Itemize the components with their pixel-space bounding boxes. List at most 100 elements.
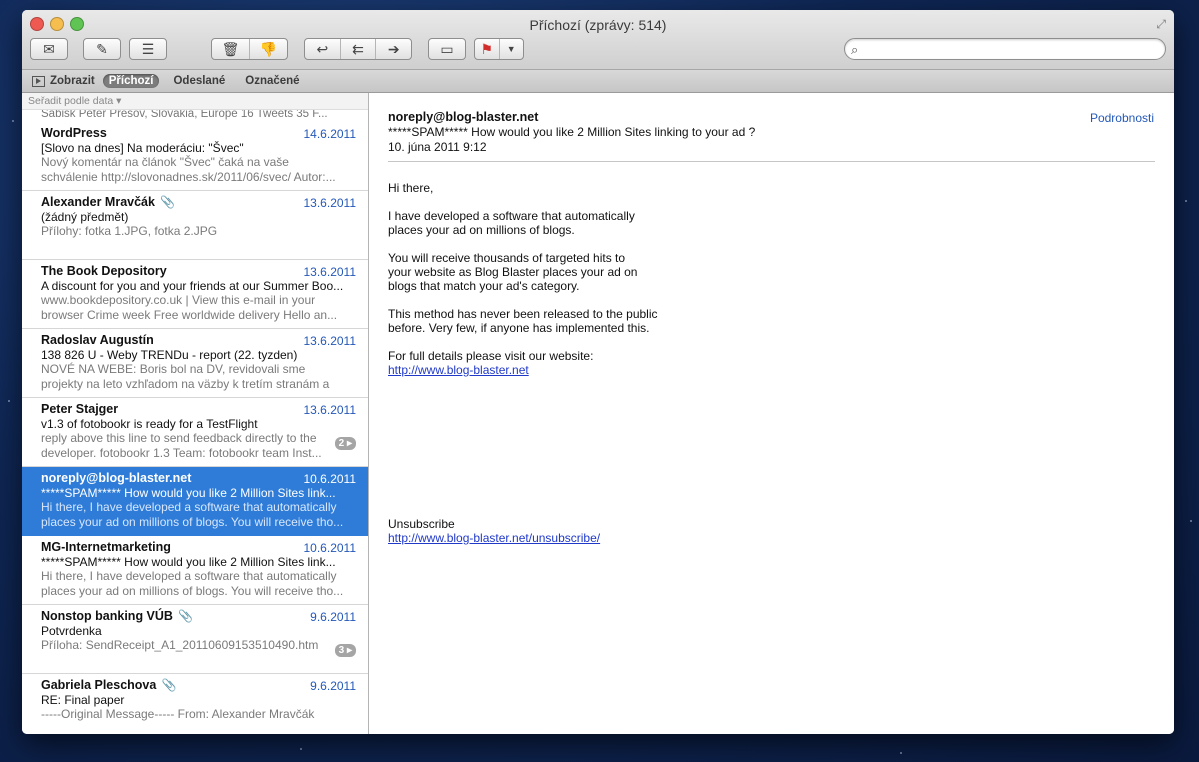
archive-button[interactable]: ▭ xyxy=(428,38,466,60)
details-link[interactable]: Podrobnosti xyxy=(1090,111,1154,125)
get-mail-button[interactable]: ✉ xyxy=(30,38,68,60)
message-subject: [Slovo na dnes] Na moderáciu: "Švec" xyxy=(41,141,244,155)
sort-by-date-button[interactable]: Seřadit podle data ▾ xyxy=(22,93,368,110)
message-preview: Nový komentár na článok "Švec" čaká na v… xyxy=(41,155,336,184)
attachment-icon: 📎 xyxy=(158,678,177,692)
message-subject: *****SPAM***** How would you like 2 Mill… xyxy=(41,555,336,569)
body-paragraph: You will receive thousands of targeted h… xyxy=(388,251,638,293)
get-mail-icon: ✉ xyxy=(43,40,55,57)
thread-count-badge[interactable]: 2 ▸ xyxy=(334,437,356,450)
message-subject: (žádný předmět) xyxy=(41,210,129,224)
message-row[interactable]: Peter Stajger 13.6.2011 v1.3 of fotobook… xyxy=(22,398,368,467)
window-title: Příchozí (zprávy: 514) xyxy=(529,17,667,33)
attachment-icon: 📎 xyxy=(156,195,176,209)
message-body: Hi there, I have developed a software th… xyxy=(388,181,1155,377)
mail-window: Příchozí (zprávy: 514) ⤢ ✉ ✎ ☰ 🗑 👎 ↩ ⇇ ➔ xyxy=(22,10,1174,734)
flag-group: ⚑ ▼ xyxy=(474,38,524,60)
message-date: 9.6.2011 xyxy=(310,610,356,624)
message-row[interactable]: Alexander Mravčák 📎 13.6.2011 (žádný pře… xyxy=(22,191,368,260)
message-list: Seřadit podle data ▾ Sabisk Peter Presov… xyxy=(22,93,369,734)
header-divider xyxy=(388,161,1155,162)
reply-icon[interactable]: ↩ xyxy=(305,39,341,59)
compose-icon: ✎ xyxy=(96,40,108,57)
note-icon: ☰ xyxy=(141,40,155,57)
website-link[interactable]: http://www.blog-blaster.net xyxy=(388,363,529,377)
note-button[interactable]: ☰ xyxy=(129,38,167,60)
message-date: 10.6.2011 xyxy=(303,472,357,486)
search-field[interactable]: ⌕ xyxy=(844,38,1166,60)
message-preview: Hi there, I have developed a software th… xyxy=(41,500,344,529)
message-sender: noreply@blog-blaster.net xyxy=(41,471,192,485)
body-paragraph: For full details please visit our websit… xyxy=(388,349,594,363)
trash-icon[interactable]: 🗑 xyxy=(212,39,250,59)
attachment-icon: 📎 xyxy=(174,609,194,623)
message-row[interactable]: MG-Internetmarketing 10.6.2011 *****SPAM… xyxy=(22,536,368,605)
message-preview: www.bookdepository.co.uk | View this e-m… xyxy=(41,293,338,322)
unsubscribe-block: Unsubscribe http://www.blog-blaster.net/… xyxy=(388,517,600,545)
message-subject: Potvrdenka xyxy=(41,624,102,638)
search-icon: ⌕ xyxy=(851,42,859,57)
junk-icon[interactable]: 👎 xyxy=(250,39,287,59)
favorite-sent[interactable]: Odeslané xyxy=(167,74,231,88)
message-subject: RE: Final paper xyxy=(41,693,125,707)
message-sender: Peter Stajger xyxy=(41,402,119,416)
clipped-preview: Sabisk Peter Presov, Slovakia, Europe 16… xyxy=(41,110,328,120)
titlebar: Příchozí (zprávy: 514) ⤢ ✉ ✎ ☰ 🗑 👎 ↩ ⇇ ➔ xyxy=(22,10,1174,70)
compose-button[interactable]: ✎ xyxy=(83,38,121,60)
message-subject: v1.3 of fotobookr is ready for a TestFli… xyxy=(41,417,258,431)
message-date: 14.6.2011 xyxy=(303,127,357,141)
body-paragraph: This method has never been released to t… xyxy=(388,307,658,335)
archive-icon: ▭ xyxy=(440,40,454,57)
viewer-subject: *****SPAM***** How would you like 2 Mill… xyxy=(388,125,756,139)
unsubscribe-label: Unsubscribe xyxy=(388,517,455,531)
message-sender: Gabriela Pleschova xyxy=(41,678,157,692)
message-subject: *****SPAM***** How would you like 2 Mill… xyxy=(41,486,336,500)
message-sender: Radoslav Augustín xyxy=(41,333,154,347)
fullscreen-icon[interactable]: ⤢ xyxy=(1156,17,1166,32)
unsubscribe-link[interactable]: http://www.blog-blaster.net/unsubscribe/ xyxy=(388,531,600,545)
message-row[interactable]: Nonstop banking VÚB 📎 9.6.2011 Potvrdenk… xyxy=(22,605,368,674)
message-sender: The Book Depository xyxy=(41,264,167,278)
message-sender: WordPress xyxy=(41,126,107,140)
message-preview: NOVÉ NA WEBE: Boris bol na DV, revidoval… xyxy=(41,362,330,391)
message-sender: Alexander Mravčák xyxy=(41,195,155,209)
viewer-date: 10. júna 2011 9:12 xyxy=(388,140,487,154)
search-input[interactable] xyxy=(867,41,1159,59)
message-row[interactable]: WordPress 14.6.2011 [Slovo na dnes] Na m… xyxy=(22,122,368,191)
body-paragraph: Hi there, xyxy=(388,181,434,195)
message-preview: reply above this line to send feedback d… xyxy=(41,431,322,460)
message-preview: -----Original Message----- From: Alexand… xyxy=(41,707,315,721)
message-date: 13.6.2011 xyxy=(303,265,357,279)
viewer-sender: noreply@blog-blaster.net xyxy=(388,110,539,124)
message-sender: Nonstop banking VÚB xyxy=(41,609,173,623)
message-subject: 138 826 U - Weby TRENDu - report (22. ty… xyxy=(41,348,298,362)
forward-icon[interactable]: ➔ xyxy=(376,39,411,59)
message-row[interactable]: Gabriela Pleschova 📎 9.6.2011 RE: Final … xyxy=(22,674,368,734)
mailboxes-toggle-icon xyxy=(32,75,45,87)
favorite-inbox[interactable]: Příchozí xyxy=(102,74,160,88)
message-subject: A discount for you and your friends at o… xyxy=(41,279,344,293)
body-paragraph: I have developed a software that automat… xyxy=(388,209,635,237)
message-sender: MG-Internetmarketing xyxy=(41,540,171,554)
message-preview: Přílohy: fotka 1.JPG, fotka 2.JPG xyxy=(41,224,218,238)
reply-all-icon[interactable]: ⇇ xyxy=(341,39,377,59)
message-row[interactable]: The Book Depository 13.6.2011 A discount… xyxy=(22,260,368,329)
flag-icon[interactable]: ⚑ xyxy=(475,39,500,59)
message-row[interactable]: Radoslav Augustín 13.6.2011 138 826 U - … xyxy=(22,329,368,398)
toolbar: ✉ ✎ ☰ 🗑 👎 ↩ ⇇ ➔ ▭ ⚑ ▼ ⌕ xyxy=(30,38,1166,62)
message-date: 9.6.2011 xyxy=(310,679,356,693)
favorite-flagged[interactable]: Označené xyxy=(239,74,305,88)
message-date: 10.6.2011 xyxy=(303,541,357,555)
reply-group: ↩ ⇇ ➔ xyxy=(304,38,412,60)
show-mailboxes-button[interactable]: Zobrazit xyxy=(32,75,95,87)
message-preview: Hi there, I have developed a software th… xyxy=(41,569,344,598)
thread-count-badge[interactable]: 3 ▸ xyxy=(334,644,356,657)
favorites-bar: Zobrazit Příchozí Odeslané Označené xyxy=(22,70,1174,93)
flag-dropdown-icon[interactable]: ▼ xyxy=(500,39,524,59)
message-date: 13.6.2011 xyxy=(303,334,357,348)
message-date: 13.6.2011 xyxy=(303,403,357,417)
message-viewer: noreply@blog-blaster.net *****SPAM***** … xyxy=(369,93,1174,734)
message-date: 13.6.2011 xyxy=(303,196,357,210)
message-row-selected[interactable]: noreply@blog-blaster.net 10.6.2011 *****… xyxy=(22,467,368,536)
message-preview: Příloha: SendReceipt_A1_2011060915351049… xyxy=(41,638,319,652)
